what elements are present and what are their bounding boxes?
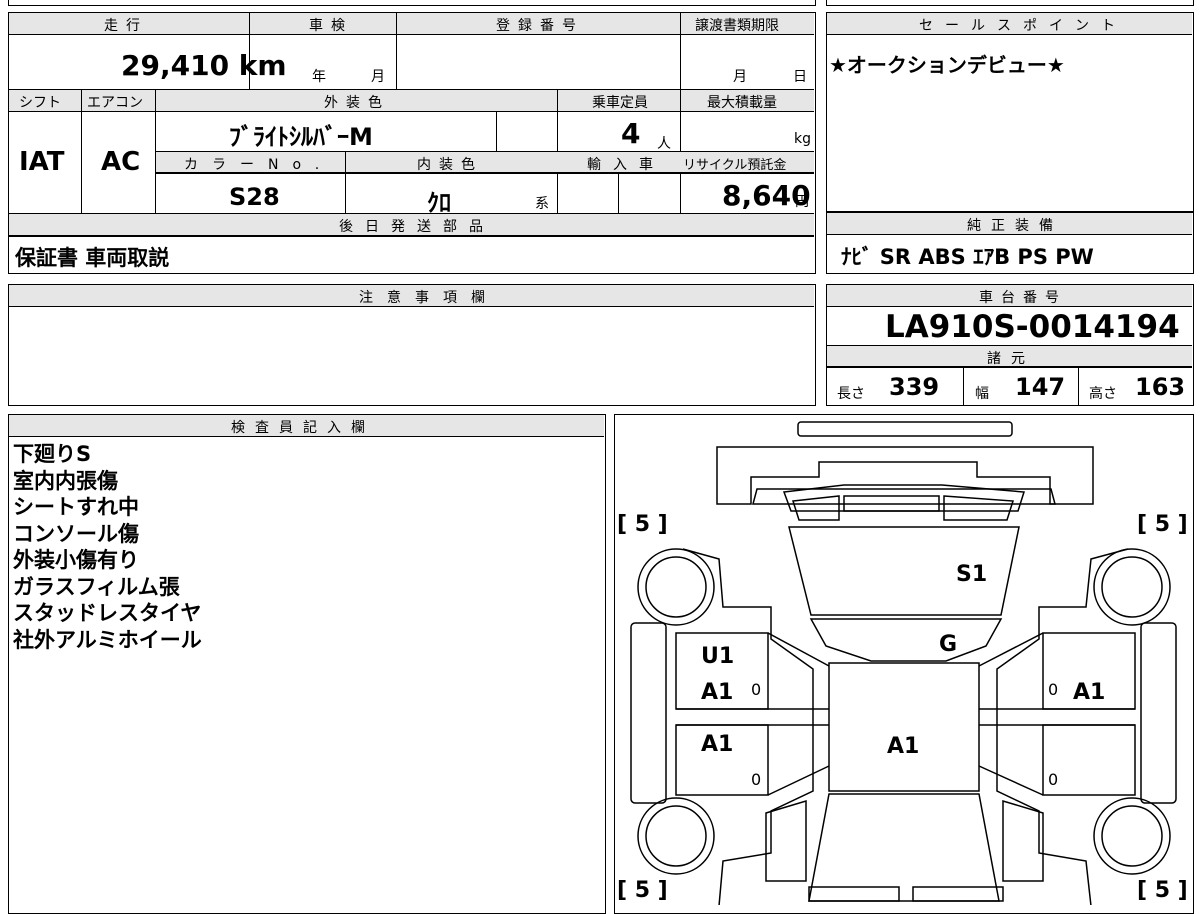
inspector-line: コンソール傷: [13, 521, 139, 546]
color-no-value: S28: [229, 183, 280, 211]
deadline-month: 月: [733, 69, 747, 85]
sales-point-text: ★オークションデビュー★: [829, 53, 1065, 77]
later-parts-value: 保証書 車両取説: [15, 246, 170, 270]
equipment-box: 純正装備 ﾅﾋﾞ SR ABS ｴｱB PS PW: [826, 212, 1194, 274]
capacity-unit: 人: [657, 136, 671, 152]
zero-mark: 0: [1048, 680, 1058, 699]
damage-front-right: A1: [1073, 680, 1105, 705]
damage-roof: A1: [887, 734, 919, 759]
notes-header: 注意事項欄: [359, 290, 499, 306]
inspector-line: 室内内張傷: [13, 468, 118, 493]
inspector-line: 下廻りS: [13, 442, 92, 466]
damage-hood: G: [939, 632, 957, 657]
width-value: 147: [1015, 373, 1066, 401]
top-strip-right: [826, 0, 1194, 6]
mileage-header: 走行: [104, 18, 148, 34]
interior-color-suffix: 系: [535, 196, 549, 212]
equipment-items: ﾅﾋﾞ SR ABS ｴｱB PS PW: [841, 245, 1094, 269]
shift-header: シフト: [19, 95, 61, 111]
inspector-line: シートすれ中: [13, 495, 139, 519]
notes-box: 注意事項欄: [8, 284, 816, 406]
deadline-header: 譲渡書類期限: [695, 18, 779, 34]
tire-mark-front-left: [ 5 ]: [617, 878, 668, 903]
inspector-line: 外装小傷有り: [13, 548, 139, 572]
capacity-header: 乗車定員: [592, 95, 648, 111]
car-diagram-box: [ 5 ] [ 5 ] [ 5 ] [ 5 ] S1 G U1 A1 A1 A1…: [614, 414, 1194, 914]
recycle-header: リサイクル預託金: [683, 158, 787, 173]
mileage-value: 29,410 km: [121, 49, 287, 82]
chassis-header: 車台番号: [979, 290, 1067, 306]
capacity-value: 4: [621, 117, 641, 150]
later-parts-header: 後日発送部品: [339, 219, 495, 235]
width-label: 幅: [975, 386, 989, 402]
sales-point-header: セールスポイント: [919, 18, 1127, 34]
inspector-line: スタッドレスタイヤ: [13, 601, 202, 625]
height-value: 163: [1135, 373, 1186, 401]
damage-front-left-1: U1: [701, 644, 734, 669]
chassis-number: LA910S-0014194: [885, 309, 1180, 345]
color-no-header: カラーNo.: [184, 157, 334, 173]
chassis-box: 車台番号 LA910S-0014194 諸元 長さ 339 幅 147 高さ 1…: [826, 284, 1194, 406]
height-label: 高さ: [1089, 386, 1117, 402]
max-load-header: 最大積載量: [707, 95, 777, 111]
exterior-color-header: 外装色: [324, 95, 390, 111]
vehicle-info-table: 走行 車検 登録番号 譲渡書類期限 29,410 km 年 月 月 日 シフト …: [8, 12, 816, 274]
shift-value: IAT: [19, 147, 65, 177]
inspection-header: 車検: [309, 18, 353, 34]
aircon-value: AC: [101, 147, 141, 177]
damage-windshield: S1: [956, 562, 987, 587]
exterior-color-value: ﾌﾞﾗｲﾄｼﾙﾊﾞｰM: [229, 123, 373, 151]
sales-point-box: セールスポイント ★オークションデビュー★: [826, 12, 1194, 212]
length-label: 長さ: [837, 386, 865, 402]
inspector-box: 検査員記入欄 下廻りS 室内内張傷 シートすれ中 コンソール傷 外装小傷有り ガ…: [8, 414, 606, 914]
inspector-line: ガラスフィルム張: [13, 574, 180, 599]
zero-mark: 0: [751, 770, 761, 789]
equipment-header: 純正装備: [967, 218, 1063, 234]
zero-mark: 0: [1048, 770, 1058, 789]
tire-mark-rear-left: [ 5 ]: [617, 512, 668, 537]
deadline-day: 日: [793, 69, 807, 85]
inspection-month: 月: [371, 69, 385, 85]
recycle-unit: 円: [795, 194, 809, 210]
load-unit: kg: [794, 131, 811, 147]
car-diagram: [ 5 ] [ 5 ] [ 5 ] [ 5 ] S1 G U1 A1 A1 A1…: [617, 421, 1188, 905]
inspector-header: 検査員記入欄: [231, 420, 375, 436]
top-strip: [8, 0, 816, 6]
registration-header: 登録番号: [496, 18, 584, 34]
aircon-header: エアコン: [87, 95, 143, 111]
import-header: 輸入車: [587, 157, 665, 173]
tire-mark-front-right: [ 5 ]: [1137, 878, 1188, 903]
damage-front-left-2: A1: [701, 680, 733, 705]
inspector-lines: 下廻りS 室内内張傷 シートすれ中 コンソール傷 外装小傷有り ガラスフィルム張…: [13, 441, 202, 653]
interior-color-header: 内装色: [417, 157, 483, 173]
damage-rear-left: A1: [701, 732, 733, 757]
zero-mark: 0: [751, 680, 761, 699]
inspector-line: 社外アルミホイール: [13, 627, 202, 652]
tire-mark-rear-right: [ 5 ]: [1137, 512, 1188, 537]
length-value: 339: [889, 373, 940, 401]
specs-header: 諸元: [987, 351, 1035, 367]
inspection-year: 年: [312, 69, 326, 85]
